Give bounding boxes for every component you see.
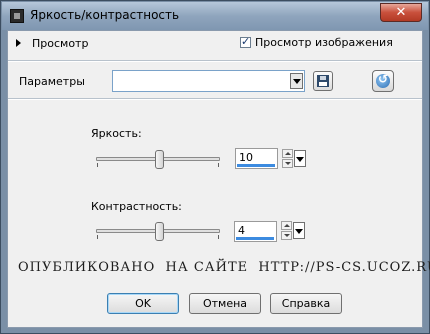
expand-arrow-icon[interactable] xyxy=(16,39,21,47)
spin-up-icon[interactable] xyxy=(282,149,293,158)
preview-image-label: Просмотр изображения xyxy=(255,36,393,49)
save-preset-button[interactable] xyxy=(313,71,333,91)
dialog-client: Просмотр Просмотр изображения Параметры … xyxy=(7,30,430,328)
contrast-input[interactable]: 4 xyxy=(234,221,277,242)
tick-mark xyxy=(218,163,219,167)
brightness-value: 10 xyxy=(239,151,253,164)
cancel-button[interactable]: Отмена xyxy=(189,293,261,314)
brightness-slider-thumb[interactable] xyxy=(155,150,164,169)
preview-image-checkbox[interactable] xyxy=(240,35,251,48)
window-title: Яркость/контрастность xyxy=(30,8,180,22)
brightness-dropdown-button[interactable] xyxy=(294,150,306,167)
dialog-window: Яркость/контрастность ✕ Просмотр Просмот… xyxy=(0,0,430,334)
spin-up-icon[interactable] xyxy=(281,221,292,230)
watermark-text: ОПУБЛИКОВАНО НА САЙТЕ HTTP://PS-CS.UCOZ.… xyxy=(18,260,430,275)
brightness-input[interactable]: 10 xyxy=(235,148,278,169)
help-button[interactable]: Справка xyxy=(270,293,342,314)
brightness-value-bar xyxy=(237,164,275,167)
spin-down-icon[interactable] xyxy=(281,231,292,240)
save-icon xyxy=(317,75,329,87)
app-icon xyxy=(10,9,24,23)
adjustments-panel: Яркость: 10 Контрастность: 4 ОПУБЛИКОВАН… xyxy=(8,100,430,327)
preview-label: Просмотр xyxy=(32,37,89,50)
reset-button[interactable] xyxy=(372,70,394,92)
contrast-label: Контрастность: xyxy=(91,200,182,213)
brightness-label: Яркость: xyxy=(91,127,142,140)
tick-mark xyxy=(218,235,219,239)
close-button[interactable]: ✕ xyxy=(380,3,422,22)
contrast-slider-thumb[interactable] xyxy=(155,222,164,241)
ok-button[interactable]: OK xyxy=(107,293,179,314)
chevron-down-icon[interactable] xyxy=(290,73,303,89)
contrast-value: 4 xyxy=(238,224,245,237)
params-combobox[interactable] xyxy=(112,70,305,92)
brightness-spinner[interactable] xyxy=(282,149,293,168)
contrast-spinner[interactable] xyxy=(281,221,292,240)
tick-mark xyxy=(97,235,98,239)
tick-mark xyxy=(97,163,98,167)
params-label: Параметры xyxy=(19,75,85,88)
contrast-dropdown-button[interactable] xyxy=(293,222,305,239)
spin-down-icon[interactable] xyxy=(282,159,293,168)
reset-icon xyxy=(376,72,390,88)
title-bar[interactable]: Яркость/контрастность ✕ xyxy=(2,2,428,30)
contrast-value-bar xyxy=(236,237,274,240)
divider xyxy=(8,60,422,62)
